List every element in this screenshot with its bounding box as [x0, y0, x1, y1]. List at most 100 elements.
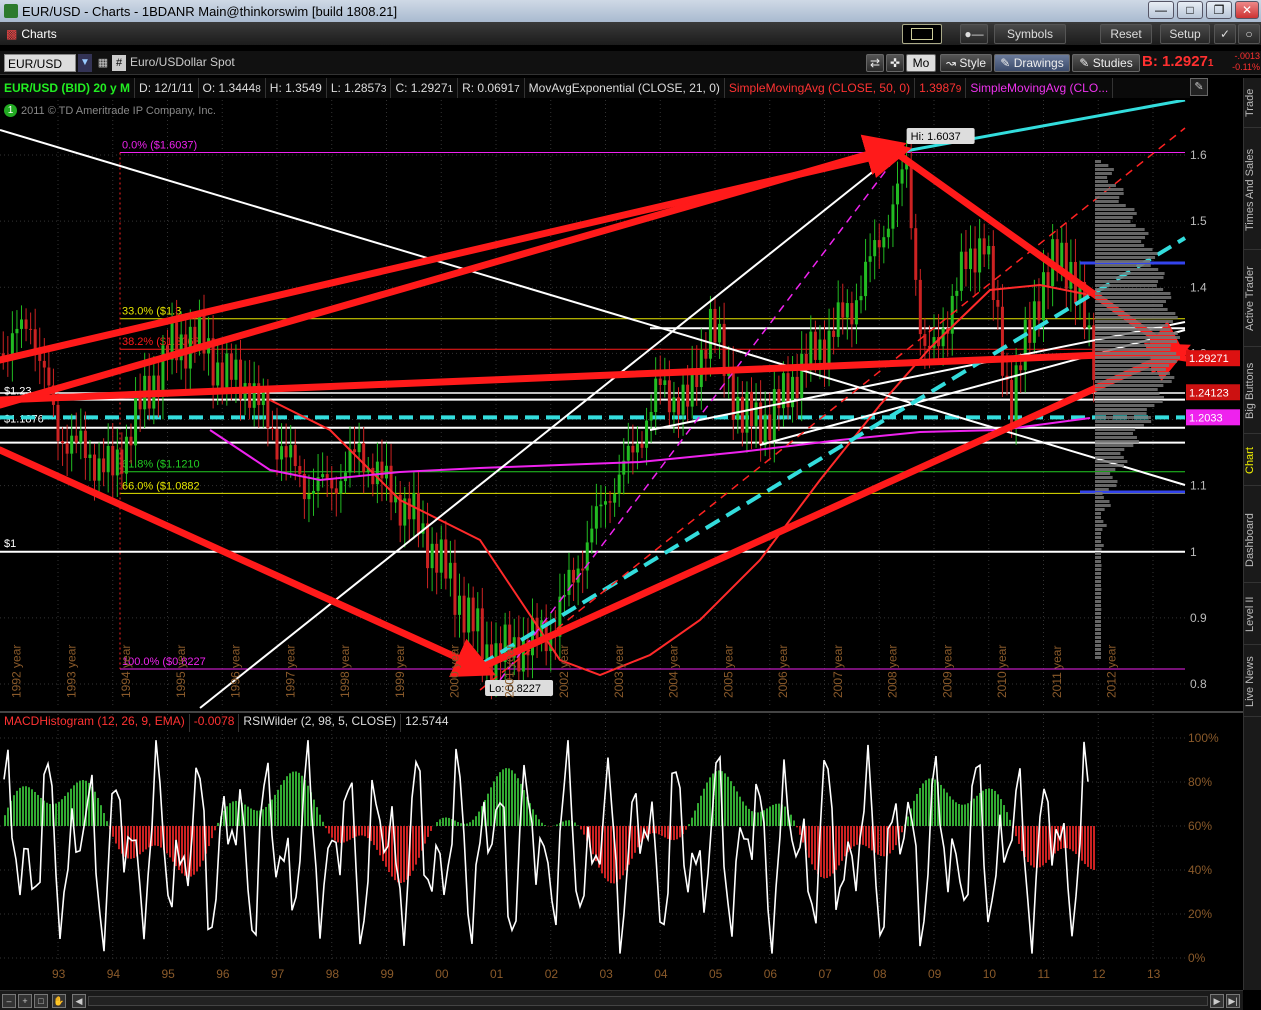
- candle-body: [996, 300, 1000, 307]
- symbol-grid-icon[interactable]: ▦: [96, 54, 110, 72]
- candle-body: [357, 443, 361, 453]
- pan-hand-icon[interactable]: ✋: [52, 994, 66, 1008]
- macd-bar: [319, 814, 321, 826]
- macd-bar: [748, 808, 750, 826]
- tab-charts[interactable]: ▩ Charts: [6, 25, 57, 43]
- macd-bar: [913, 800, 915, 826]
- pin-icon[interactable]: ✓: [1214, 24, 1236, 44]
- scroll-left-icon[interactable]: ◀: [72, 994, 86, 1008]
- settings-icon[interactable]: ✎: [1190, 78, 1208, 96]
- volume-profile-bar: [1095, 336, 1180, 339]
- restore-icon[interactable]: ❐: [1206, 1, 1232, 19]
- study-macd[interactable]: MACDHistogram (12, 26, 9, EMA): [0, 714, 190, 732]
- candle-body: [380, 461, 384, 479]
- side-tab-dashboard[interactable]: Dashboard: [1244, 498, 1261, 583]
- volume-profile-bar: [1095, 300, 1166, 303]
- zoom-fit-icon[interactable]: □: [34, 994, 48, 1008]
- study-ema[interactable]: MovAvgExponential (CLOSE, 21, 0): [525, 78, 725, 98]
- study-rsi[interactable]: RSIWilder (2, 98, 5, CLOSE): [239, 714, 402, 732]
- side-tab-chart[interactable]: Chart: [1244, 436, 1261, 486]
- macd-bar: [334, 826, 336, 841]
- scroll-track[interactable]: [88, 996, 1208, 1006]
- info-range-suffix: 7: [514, 84, 520, 95]
- candle-body: [681, 384, 685, 415]
- symbol-dropdown-icon[interactable]: ▼: [78, 54, 92, 72]
- volume-profile-bar: [1095, 436, 1137, 439]
- study-sma2[interactable]: SimpleMovingAvg (CLO...: [966, 78, 1114, 98]
- hash-icon[interactable]: #: [112, 55, 126, 71]
- drawings-button[interactable]: ✎ Drawings: [994, 54, 1070, 72]
- side-tab-active-trader[interactable]: Active Trader: [1244, 252, 1261, 347]
- volume-profile-bar: [1095, 568, 1102, 571]
- style-button[interactable]: ↝ Style: [940, 54, 992, 72]
- volume-profile-bar: [1095, 208, 1135, 211]
- side-tab-big-buttons[interactable]: Big Buttons: [1244, 349, 1261, 434]
- volume-profile-bar: [1095, 176, 1108, 179]
- setup-button[interactable]: Setup: [1160, 24, 1210, 44]
- candle-body: [635, 443, 639, 453]
- candle-body: [590, 528, 594, 543]
- link-icon[interactable]: ●—: [960, 24, 988, 44]
- study-sma50[interactable]: SimpleMovingAvg (CLOSE, 50, 0): [725, 78, 916, 98]
- volume-profile-bar: [1095, 332, 1178, 335]
- macd-bar: [292, 771, 294, 826]
- candle-body: [745, 391, 749, 433]
- candle-body: [718, 323, 722, 343]
- zoom-icon[interactable]: ⇄: [866, 54, 884, 72]
- macd-bar: [97, 797, 99, 826]
- candle-body: [900, 169, 904, 184]
- candle-body: [467, 597, 471, 633]
- macd-bar: [991, 788, 993, 826]
- period-button[interactable]: Mo: [906, 54, 936, 72]
- time-tick: 95: [162, 967, 176, 981]
- symbol-input[interactable]: EUR/USD: [4, 54, 76, 72]
- color-box-button[interactable]: [902, 24, 942, 44]
- side-tab-times-sales[interactable]: Times And Sales: [1244, 130, 1261, 250]
- macd-bar: [262, 809, 264, 826]
- candle-body: [672, 397, 676, 413]
- macd-bar: [103, 813, 105, 826]
- charts-icon: ▩: [6, 27, 18, 41]
- side-tab-trade[interactable]: Trade: [1244, 78, 1261, 128]
- volume-profile-bar: [1095, 356, 1180, 359]
- candle-body: [448, 562, 452, 579]
- lock-icon[interactable]: ○: [1238, 24, 1260, 44]
- reset-button[interactable]: Reset: [1100, 24, 1152, 44]
- macd-bar: [436, 822, 438, 826]
- side-tab-level2[interactable]: Level II: [1244, 585, 1261, 645]
- scroll-right-icon[interactable]: ▶: [1210, 994, 1224, 1008]
- info-icon[interactable]: 1: [4, 104, 17, 117]
- macd-bar: [1066, 826, 1068, 849]
- volume-profile-bar: [1095, 556, 1101, 559]
- side-tab-live-news[interactable]: Live News: [1244, 647, 1261, 717]
- candle-body: [83, 430, 87, 459]
- info-open-value: O: 1.3444: [202, 81, 256, 95]
- scroll-end-icon[interactable]: ▶|: [1226, 994, 1240, 1008]
- candle-body: [873, 240, 877, 257]
- candle-body: [1028, 319, 1032, 343]
- minimize-button[interactable]: —: [1148, 1, 1174, 19]
- macd-bar: [253, 809, 255, 826]
- crosshair-icon[interactable]: ✜: [886, 54, 904, 72]
- macd-bar: [538, 819, 540, 826]
- zoom-in-icon[interactable]: +: [18, 994, 32, 1008]
- macd-bar: [1027, 826, 1029, 862]
- symbols-button[interactable]: Symbols: [994, 24, 1066, 44]
- zoom-out-icon[interactable]: –: [2, 994, 16, 1008]
- macd-bar: [562, 821, 564, 826]
- year-label: 2011 year: [1050, 646, 1064, 698]
- macd-bar: [766, 808, 768, 826]
- candle-body: [471, 597, 475, 632]
- maximize-button[interactable]: □: [1177, 1, 1203, 19]
- candle-body: [47, 367, 51, 386]
- info-name[interactable]: EUR/USD (BID) 20 y M: [0, 78, 136, 98]
- macd-bar: [1042, 826, 1044, 866]
- volume-profile-bar: [1095, 488, 1109, 491]
- macd-bar: [214, 826, 216, 831]
- macd-bar: [625, 826, 627, 871]
- close-button[interactable]: ✕: [1235, 1, 1259, 19]
- price-chart[interactable]: 0.0% ($1.6037)33.0% ($1.338.2% ($1.30636…: [0, 100, 1243, 990]
- volume-profile-bar: [1095, 516, 1101, 519]
- time-tick: 01: [490, 967, 504, 981]
- studies-button[interactable]: ✎ Studies: [1072, 54, 1140, 72]
